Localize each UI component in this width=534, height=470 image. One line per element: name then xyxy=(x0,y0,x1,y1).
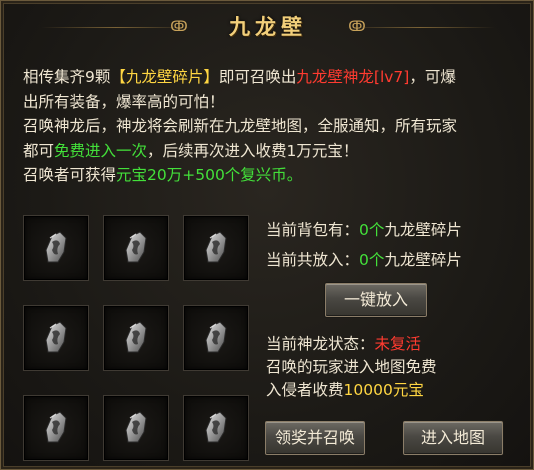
invader-fee-value: 10000元宝 xyxy=(343,381,424,399)
desc-text: ，可爆 xyxy=(409,68,456,86)
placed-count-row: 当前共放入：0个九龙壁碎片 xyxy=(266,249,462,271)
title-divider-right xyxy=(345,27,495,28)
enter-map-button[interactable]: 进入地图 xyxy=(403,421,503,455)
nine-dragon-wall-panel: ↂ 九龙壁 ↂ 相传集齐9颗【九龙壁碎片】即可召唤出九龙壁神龙[lv7]，可爆 … xyxy=(0,0,534,470)
fragment-slot-9[interactable] xyxy=(183,395,249,461)
fragment-item-name: 【九龙壁碎片】 xyxy=(110,68,219,86)
bag-count-value: 0个 xyxy=(359,221,385,239)
free-entry-text: 免费进入一次 xyxy=(54,141,148,160)
desc-text: 都可 xyxy=(23,141,55,160)
fragment-slot-grid xyxy=(23,215,255,461)
description-line-2: 出所有装备，爆率高的可怕！ xyxy=(23,92,225,111)
reward-text: 元宝20万+500个复兴币。 xyxy=(116,166,303,184)
title-bar: ↂ 九龙壁 ↂ xyxy=(1,1,534,53)
description-line-5: 召唤者可获得元宝20万+500个复兴币。 xyxy=(23,163,523,188)
dragon-status-row: 当前神龙状态：未复活 xyxy=(266,333,421,355)
invader-fee-label: 入侵者收费 xyxy=(266,381,344,399)
fragment-slot-6[interactable] xyxy=(183,305,249,371)
desc-text: 召唤者可获得 xyxy=(23,166,117,184)
boss-name: 九龙壁神龙[lv7] xyxy=(296,68,410,86)
placed-count-label: 当前共放入： xyxy=(266,251,360,269)
desc-text: 即可召唤出 xyxy=(218,68,297,86)
description-line-4: 都可免费进入一次，后续再次进入收费1万元宝！ xyxy=(23,139,523,164)
desc-text: 相传集齐9颗 xyxy=(23,68,111,86)
desc-text: ，后续再次进入收费1万元宝！ xyxy=(147,141,359,160)
bag-count-label: 当前背包有： xyxy=(266,221,360,239)
claim-summon-button[interactable]: 领奖并召唤 xyxy=(265,421,365,455)
bag-count-item: 九龙壁碎片 xyxy=(384,221,462,239)
ornament-left-icon: ↂ xyxy=(170,19,188,35)
fragment-slot-2[interactable] xyxy=(103,215,169,281)
fragment-slot-7[interactable] xyxy=(23,395,89,461)
fragment-slot-5[interactable] xyxy=(103,305,169,371)
placed-count-value: 0个 xyxy=(359,251,385,269)
dragon-status-line-2: 召唤的玩家进入地图免费 xyxy=(266,358,437,376)
placed-count-item: 九龙壁碎片 xyxy=(384,251,462,269)
bag-count-row: 当前背包有：0个九龙壁碎片 xyxy=(266,219,462,241)
place-all-button[interactable]: 一键放入 xyxy=(325,283,427,317)
description-line-3: 召唤神龙后，神龙将会刷新在九龙壁地图，全服通知，所有玩家 xyxy=(23,117,458,135)
fragment-slot-4[interactable] xyxy=(23,305,89,371)
dragon-status-line-3: 入侵者收费10000元宝 xyxy=(266,379,424,401)
description-line-1: 相传集齐9颗【九龙壁碎片】即可召唤出九龙壁神龙[lv7]，可爆 xyxy=(23,65,523,90)
dragon-status-value: 未复活 xyxy=(374,335,422,353)
dragon-status-label: 当前神龙状态： xyxy=(266,335,375,353)
page-title: 九龙壁 xyxy=(229,14,307,39)
fragment-slot-3[interactable] xyxy=(183,215,249,281)
fragment-slot-8[interactable] xyxy=(103,395,169,461)
description-text: 相传集齐9颗【九龙壁碎片】即可召唤出九龙壁神龙[lv7]，可爆 出所有装备，爆率… xyxy=(23,65,523,188)
fragment-slot-1[interactable] xyxy=(23,215,89,281)
